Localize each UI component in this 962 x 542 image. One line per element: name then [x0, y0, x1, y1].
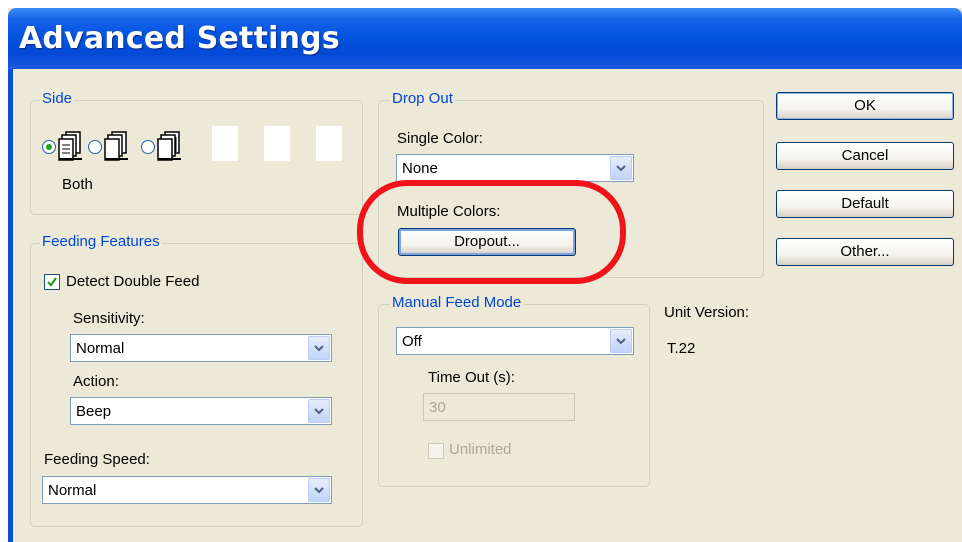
- single-color-select[interactable]: None: [396, 154, 634, 182]
- detect-double-feed-checkbox[interactable]: [44, 274, 60, 290]
- manual-feed-mode-select[interactable]: Off: [396, 327, 634, 355]
- sensitivity-select[interactable]: Normal: [70, 334, 332, 362]
- default-button[interactable]: Default: [776, 190, 954, 218]
- side-blank-slot-3: [316, 126, 342, 161]
- side-blank-slot-2: [264, 126, 290, 161]
- feeding-speed-label: Feeding Speed:: [44, 451, 150, 468]
- feeding-speed-select[interactable]: Normal: [42, 476, 332, 504]
- side-selected-label: Both: [62, 176, 93, 193]
- manual-feed-legend: Manual Feed Mode: [390, 294, 524, 311]
- unit-version-label: Unit Version:: [664, 304, 750, 321]
- side-radio-back[interactable]: [141, 140, 155, 154]
- other-button-label: Other...: [840, 243, 890, 260]
- sensitivity-label: Sensitivity:: [73, 310, 145, 327]
- feeding-speed-value: Normal: [48, 482, 97, 499]
- feeding-features-legend: Feeding Features: [40, 233, 162, 250]
- unlimited-checkbox[interactable]: [428, 443, 444, 459]
- single-color-label: Single Color:: [397, 130, 483, 147]
- side-radio-both[interactable]: [42, 140, 56, 154]
- chevron-down-icon[interactable]: [610, 329, 632, 353]
- timeout-value: 30: [429, 399, 446, 416]
- document-back-icon: [157, 131, 181, 161]
- other-button[interactable]: Other...: [776, 238, 954, 266]
- chevron-down-icon[interactable]: [308, 478, 330, 502]
- cancel-button-label: Cancel: [841, 147, 889, 164]
- chevron-down-icon[interactable]: [308, 399, 330, 423]
- title-bar[interactable]: Advanced Settings: [8, 8, 962, 69]
- cancel-button[interactable]: Cancel: [776, 142, 954, 170]
- window-left-border: [8, 69, 13, 542]
- detect-double-feed-label: Detect Double Feed: [66, 273, 200, 290]
- side-legend: Side: [40, 90, 75, 107]
- action-select[interactable]: Beep: [70, 397, 332, 425]
- dialog-title: Advanced Settings: [19, 21, 340, 56]
- chevron-down-icon[interactable]: [610, 156, 632, 180]
- document-front-icon: [104, 131, 128, 161]
- side-radio-front[interactable]: [88, 140, 102, 154]
- action-label: Action:: [73, 373, 119, 390]
- highlight-annotation: [357, 180, 626, 284]
- document-both-icon: [58, 131, 82, 161]
- timeout-input[interactable]: 30: [423, 393, 575, 421]
- ok-button-label: OK: [854, 97, 876, 114]
- radio-selected-dot: [46, 144, 52, 150]
- chevron-down-icon[interactable]: [308, 336, 330, 360]
- single-color-value: None: [402, 160, 438, 177]
- action-value: Beep: [76, 403, 112, 420]
- ok-button[interactable]: OK: [776, 92, 954, 120]
- timeout-label: Time Out (s):: [428, 369, 515, 386]
- drop-out-legend: Drop Out: [390, 90, 455, 107]
- side-blank-slot-1: [212, 126, 238, 161]
- manual-feed-mode-value: Off: [402, 333, 422, 350]
- unlimited-label: Unlimited: [449, 441, 512, 458]
- checkmark-icon: [47, 277, 57, 287]
- sensitivity-value: Normal: [76, 340, 125, 357]
- unit-version-value: T.22: [667, 340, 696, 357]
- default-button-label: Default: [841, 195, 889, 212]
